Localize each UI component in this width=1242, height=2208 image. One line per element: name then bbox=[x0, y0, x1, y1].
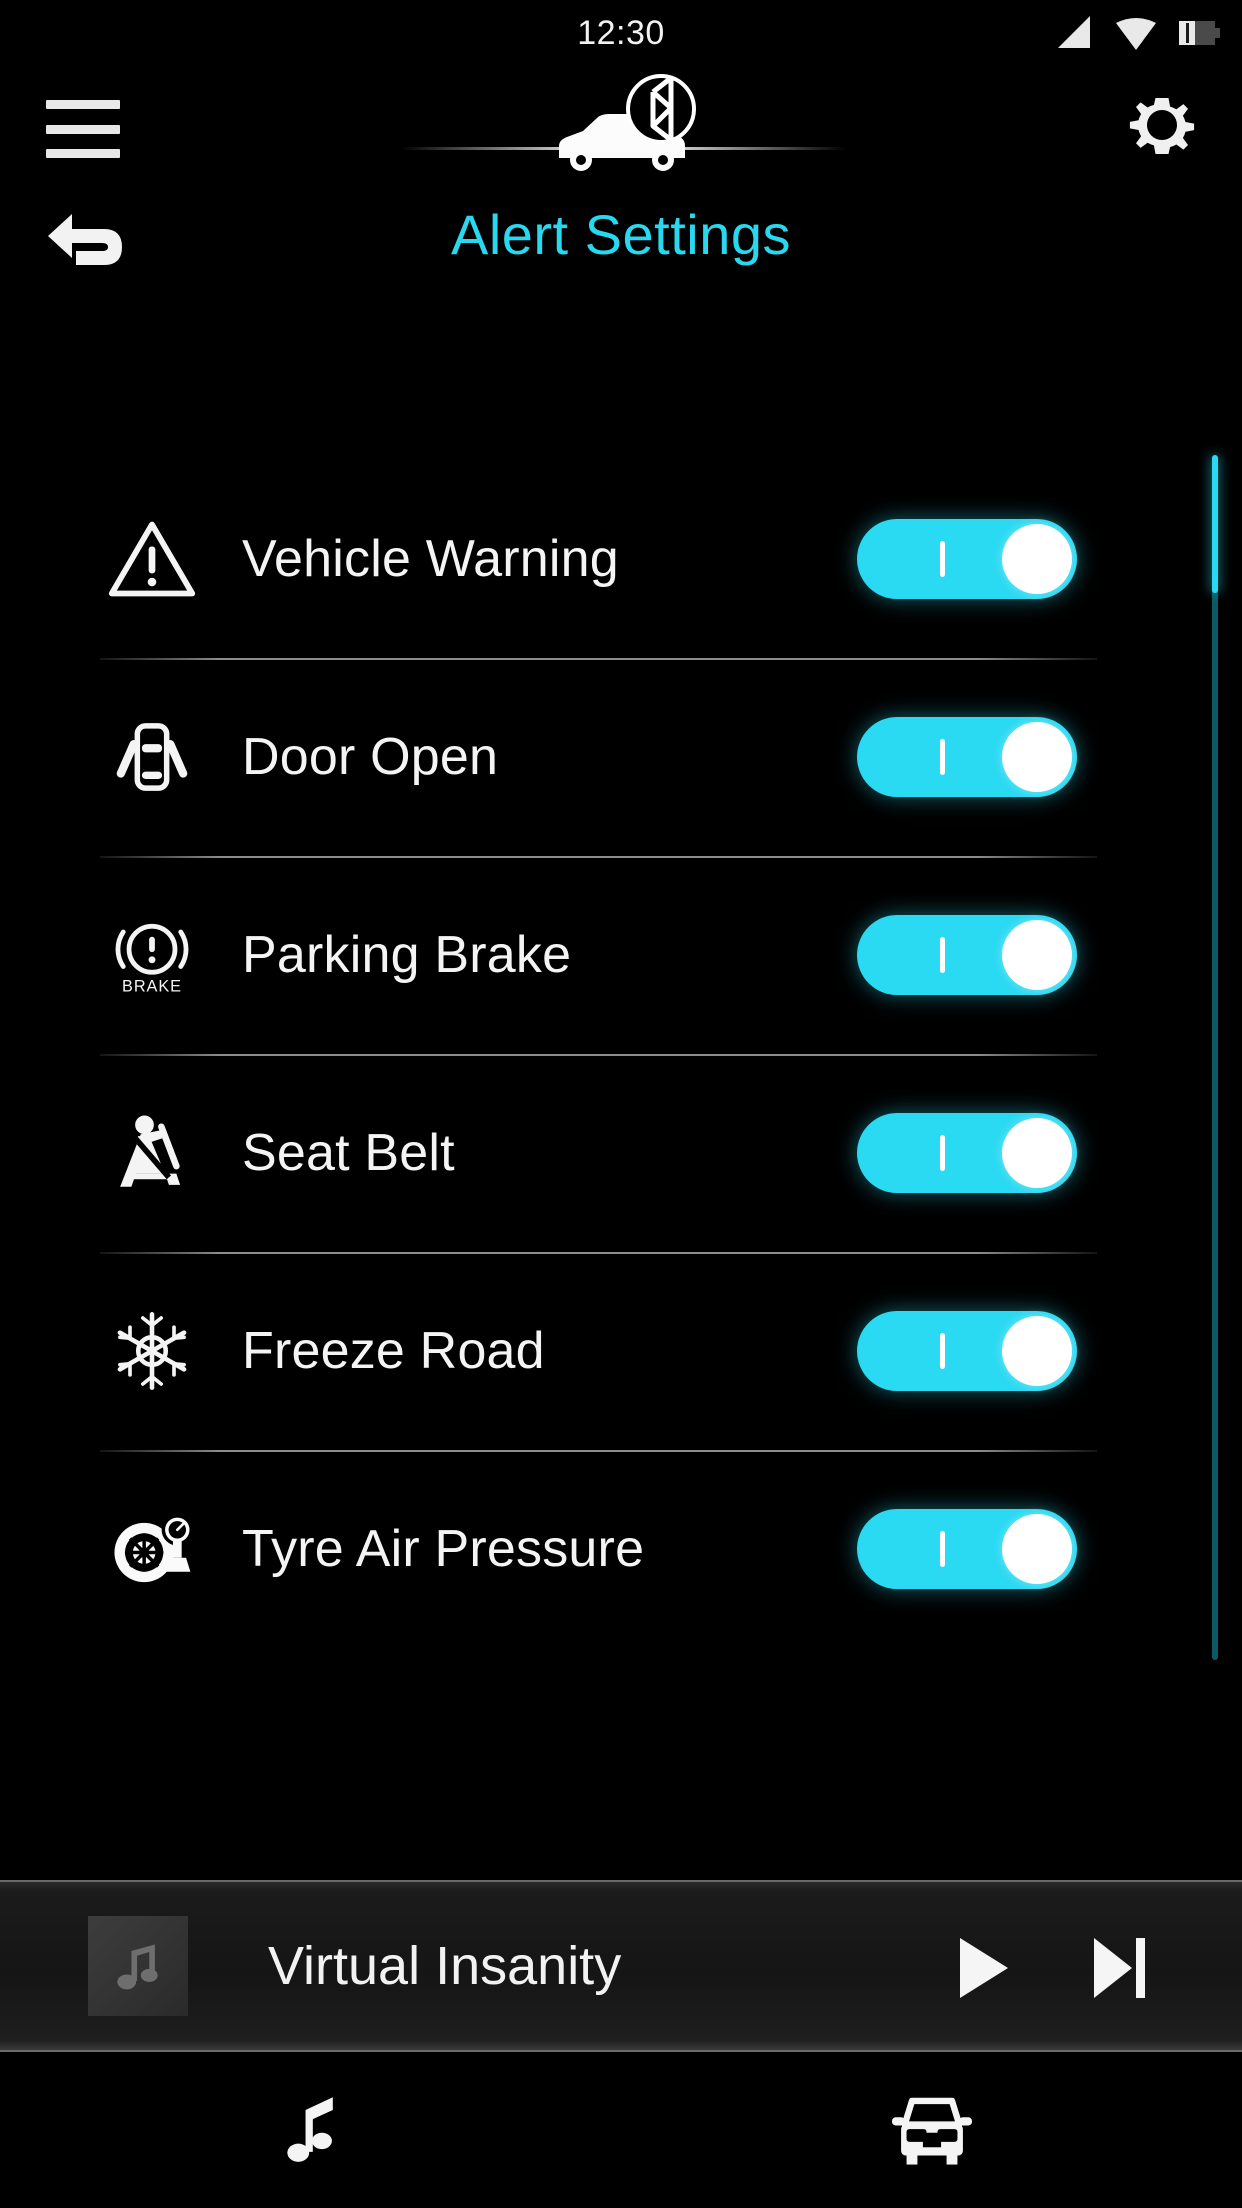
now-playing-bar[interactable]: Virtual Insanity bbox=[0, 1880, 1242, 2052]
alert-row-freeze-road[interactable]: Freeze Road bbox=[0, 1252, 1242, 1450]
parking-brake-icon: BRAKE bbox=[104, 903, 200, 1007]
alert-toggle-vehicle-warning[interactable] bbox=[857, 519, 1077, 599]
toggle-knob bbox=[1002, 524, 1072, 594]
alert-row-door-open[interactable]: Door Open bbox=[0, 658, 1242, 856]
status-clock: 12:30 bbox=[577, 13, 665, 52]
alert-label: Tyre Air Pressure bbox=[242, 1520, 645, 1578]
alert-label: Freeze Road bbox=[242, 1322, 545, 1380]
car-bluetooth-connection-icon[interactable] bbox=[341, 74, 901, 194]
alert-label: Seat Belt bbox=[242, 1124, 455, 1182]
snowflake-icon bbox=[104, 1299, 200, 1403]
parking-brake-icon-text: BRAKE bbox=[122, 977, 182, 995]
hamburger-line bbox=[46, 149, 120, 158]
list-scrollbar[interactable] bbox=[1212, 455, 1218, 1660]
warning-triangle-icon bbox=[104, 507, 200, 611]
alert-toggle-tyre-air-pressure[interactable] bbox=[857, 1509, 1077, 1589]
alert-toggle-parking-brake[interactable] bbox=[857, 915, 1077, 995]
hamburger-menu-icon[interactable] bbox=[46, 100, 120, 158]
toggle-on-marker bbox=[940, 541, 945, 577]
toggle-knob bbox=[1002, 1118, 1072, 1188]
toggle-knob bbox=[1002, 1514, 1072, 1584]
gear-icon[interactable] bbox=[1124, 94, 1200, 170]
hamburger-line bbox=[46, 100, 120, 109]
alert-label: Vehicle Warning bbox=[242, 530, 619, 588]
seat-belt-icon bbox=[104, 1101, 200, 1205]
toggle-knob bbox=[1002, 1316, 1072, 1386]
page-title: Alert Settings bbox=[450, 203, 792, 266]
battery-icon bbox=[1179, 21, 1220, 45]
alert-label: Parking Brake bbox=[242, 926, 572, 984]
toggle-on-marker bbox=[940, 1135, 945, 1171]
alert-toggle-seat-belt[interactable] bbox=[857, 1113, 1077, 1193]
nav-item-media[interactable] bbox=[0, 2052, 621, 2208]
status-icons bbox=[1054, 0, 1222, 66]
toggle-on-marker bbox=[940, 937, 945, 973]
music-note-icon bbox=[286, 2097, 333, 2162]
toggle-on-marker bbox=[940, 739, 945, 775]
toggle-on-marker bbox=[940, 1531, 945, 1567]
nav-item-vehicle[interactable] bbox=[621, 2052, 1242, 2208]
toggle-knob bbox=[1002, 920, 1072, 990]
music-note-icon bbox=[117, 1944, 158, 1990]
alert-row-vehicle-warning[interactable]: Vehicle Warning bbox=[0, 460, 1242, 658]
car-door-open-icon bbox=[104, 705, 200, 809]
alert-row-parking-brake[interactable]: BRAKE Parking Brake bbox=[0, 856, 1242, 1054]
alert-label: Door Open bbox=[242, 728, 499, 786]
toggle-on-marker bbox=[940, 1333, 945, 1369]
album-art-placeholder bbox=[88, 1916, 188, 2016]
scrollbar-thumb[interactable] bbox=[1212, 455, 1218, 593]
car-front-icon bbox=[891, 2097, 972, 2165]
alert-toggle-freeze-road[interactable] bbox=[857, 1311, 1077, 1391]
page-header: Alert Settings bbox=[0, 196, 1242, 314]
toggle-knob bbox=[1002, 722, 1072, 792]
hamburger-line bbox=[46, 124, 120, 134]
status-bar: 12:30 bbox=[0, 0, 1242, 66]
cellular-signal-icon bbox=[1058, 16, 1090, 48]
alert-row-tyre-air-pressure[interactable]: Tyre Air Pressure bbox=[0, 1450, 1242, 1648]
tyre-pressure-icon bbox=[104, 1497, 200, 1601]
track-title: Virtual Insanity bbox=[268, 1936, 622, 1996]
alert-row-seat-belt[interactable]: Seat Belt bbox=[0, 1054, 1242, 1252]
bottom-navigation bbox=[0, 2052, 1242, 2208]
wifi-icon bbox=[1116, 18, 1156, 50]
media-controls bbox=[950, 1882, 1150, 2054]
alert-settings-list: Vehicle Warning Door Open BRAKE Parking … bbox=[0, 460, 1242, 1665]
top-bar bbox=[0, 66, 1242, 196]
play-icon[interactable] bbox=[950, 1932, 1012, 2004]
alert-toggle-door-open[interactable] bbox=[857, 717, 1077, 797]
next-track-icon[interactable] bbox=[1088, 1932, 1150, 2004]
